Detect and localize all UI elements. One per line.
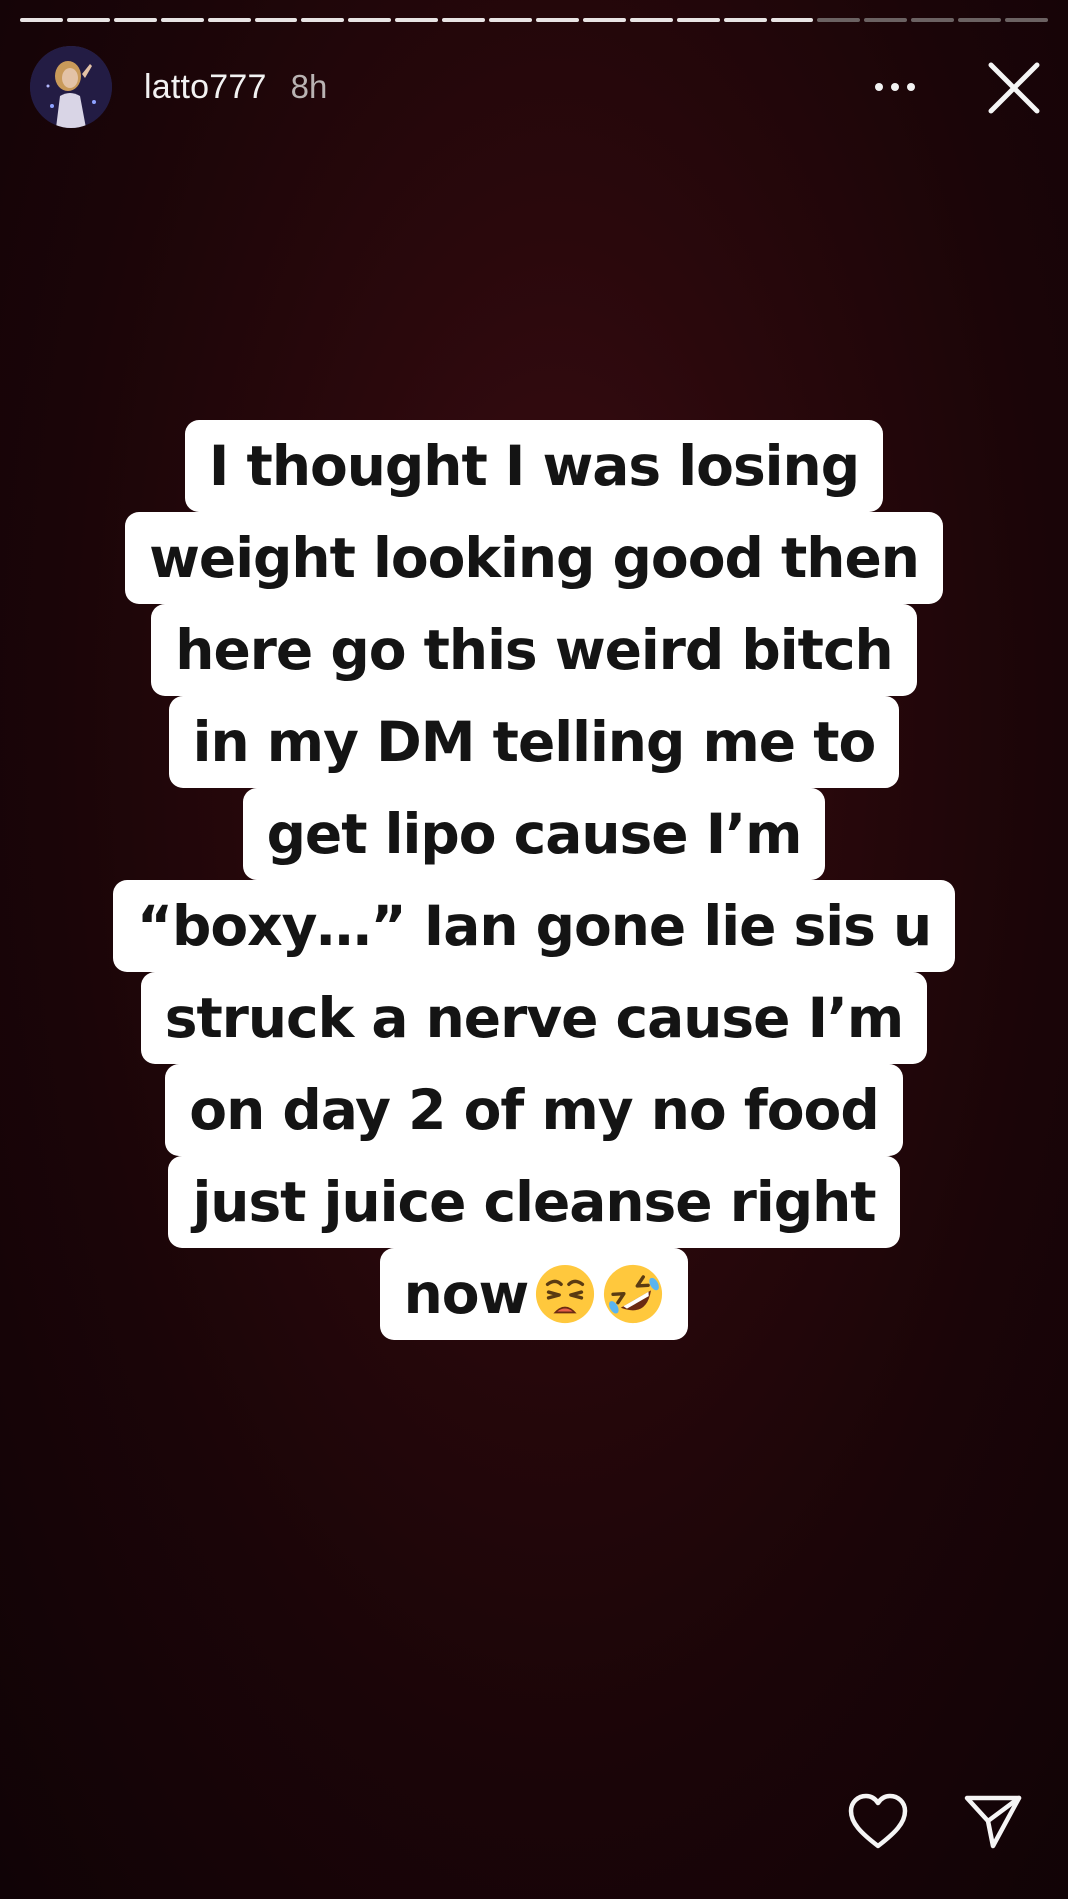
close-button[interactable] <box>986 60 1042 116</box>
caption-line: in my DM telling me to <box>168 696 900 788</box>
like-button[interactable] <box>847 1793 909 1851</box>
progress-segment <box>66 18 110 22</box>
progress-segment <box>723 18 767 22</box>
more-horizontal-icon <box>875 83 915 91</box>
avatar-image <box>30 46 112 128</box>
progress-segment <box>348 18 392 22</box>
progress-segment <box>301 18 345 22</box>
caption-line-last: now <box>379 1248 689 1340</box>
caption-line: struck a nerve cause I’m <box>140 972 928 1064</box>
rolling-on-floor-laughing-emoji <box>604 1264 663 1324</box>
story-header: latto777 8h <box>30 46 1048 128</box>
progress-segment <box>629 18 673 22</box>
caption-line: I thought I was losing <box>184 420 884 512</box>
progress-segment <box>113 18 157 22</box>
timestamp: 8h <box>290 68 328 105</box>
caption-line: get lipo cause I’m <box>242 788 826 880</box>
caption-line: here go this weird bitch <box>151 604 917 696</box>
send-icon <box>964 1795 1022 1849</box>
progress-segment <box>207 18 251 22</box>
close-icon <box>988 62 1040 114</box>
heart-icon <box>848 1793 908 1849</box>
username[interactable]: latto777 <box>144 68 267 107</box>
progress-segment <box>395 18 439 22</box>
progress-segment <box>864 18 908 22</box>
progress-segment <box>817 18 861 22</box>
progress-segment <box>160 18 204 22</box>
progress-segment <box>489 18 532 22</box>
caption-line-text: now <box>403 1262 530 1326</box>
progress-segment <box>535 18 579 22</box>
story-progress-bar <box>20 18 1048 24</box>
progress-segment <box>20 18 63 22</box>
avatar[interactable] <box>30 46 112 128</box>
story-viewer[interactable]: latto777 8h I thought I was losing weigh… <box>0 0 1068 1899</box>
progress-segment <box>676 18 720 22</box>
caption-line: on day 2 of my no food <box>165 1064 903 1156</box>
weary-face-emoji <box>536 1264 595 1324</box>
progress-segment <box>1005 18 1048 22</box>
more-options-button[interactable] <box>870 66 920 108</box>
progress-segment <box>254 18 298 22</box>
caption-line: weight looking good then <box>125 512 943 604</box>
progress-segment <box>442 18 486 22</box>
progress-segment <box>911 18 955 22</box>
progress-segment <box>770 18 814 22</box>
caption-line: just juice cleanse right <box>168 1156 900 1248</box>
progress-segment <box>958 18 1002 22</box>
caption-line: “boxy…” Ian gone lie sis u <box>112 880 956 972</box>
share-button[interactable] <box>963 1793 1023 1851</box>
story-caption: I thought I was losing weight looking go… <box>0 420 1068 1340</box>
progress-segment <box>582 18 626 22</box>
